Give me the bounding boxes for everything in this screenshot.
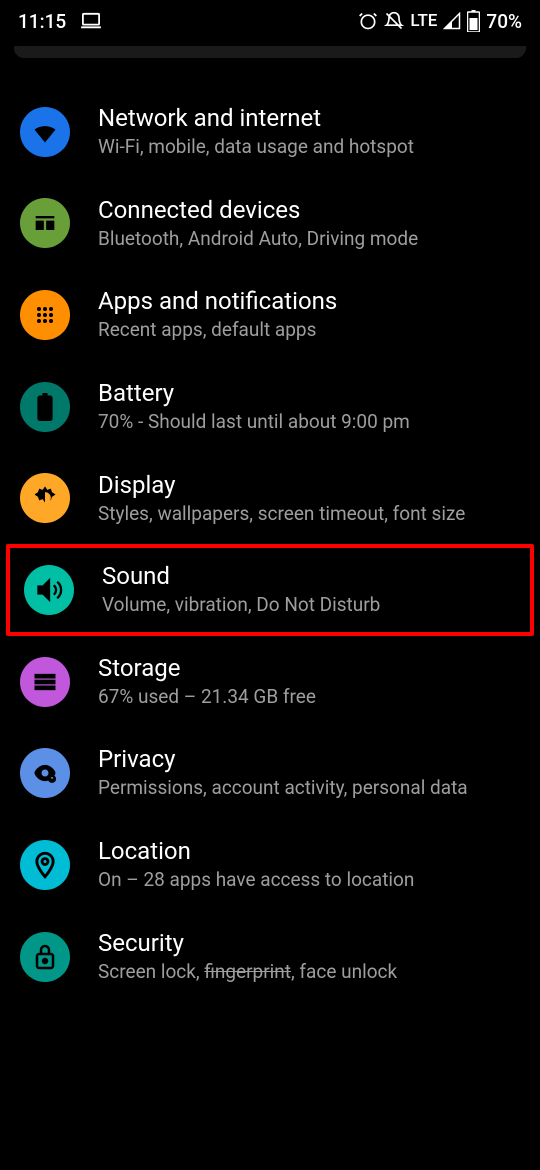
- notifications-off-icon: [384, 11, 404, 31]
- setting-subtitle: 70% - Should last until about 9:00 pm: [98, 409, 520, 435]
- setting-title: Battery: [98, 379, 520, 407]
- status-left: 11:15: [18, 10, 102, 33]
- status-time: 11:15: [18, 10, 66, 33]
- status-bar: 11:15 LTE 70%: [0, 0, 540, 38]
- battery-icon: [467, 10, 480, 32]
- settings-list: Network and internet Wi-Fi, mobile, data…: [0, 62, 540, 1002]
- setting-display[interactable]: Display Styles, wallpapers, screen timeo…: [0, 453, 540, 545]
- status-right: LTE 70%: [358, 10, 522, 33]
- setting-title: Privacy: [98, 745, 520, 773]
- setting-title: Connected devices: [98, 196, 520, 224]
- wifi-icon: [20, 107, 70, 157]
- signal-icon: [443, 12, 461, 30]
- setting-subtitle: Wi-Fi, mobile, data usage and hotspot: [98, 134, 520, 160]
- setting-security[interactable]: Security Screen lock, fingerprint, face …: [0, 911, 540, 1003]
- setting-apps-notifications[interactable]: Apps and notifications Recent apps, defa…: [0, 269, 540, 361]
- setting-title: Display: [98, 471, 520, 499]
- setting-connected-devices[interactable]: Connected devices Bluetooth, Android Aut…: [0, 178, 540, 270]
- setting-title: Security: [98, 929, 520, 957]
- lock-icon: [20, 932, 70, 982]
- network-label: LTE: [410, 11, 437, 31]
- setting-subtitle: Volume, vibration, Do Not Disturb: [102, 592, 516, 618]
- setting-subtitle: On – 28 apps have access to location: [98, 867, 520, 893]
- alarm-icon: [358, 11, 378, 31]
- setting-subtitle: Recent apps, default apps: [98, 317, 520, 343]
- setting-subtitle: Styles, wallpapers, screen timeout, font…: [98, 501, 520, 527]
- setting-battery[interactable]: Battery 70% - Should last until about 9:…: [0, 361, 540, 453]
- setting-title: Network and internet: [98, 104, 520, 132]
- apps-icon: [20, 290, 70, 340]
- setting-subtitle: Permissions, account activity, personal …: [98, 775, 520, 801]
- battery-icon: [20, 382, 70, 432]
- setting-network-internet[interactable]: Network and internet Wi-Fi, mobile, data…: [0, 86, 540, 178]
- setting-subtitle: Bluetooth, Android Auto, Driving mode: [98, 226, 520, 252]
- setting-title: Location: [98, 837, 520, 865]
- setting-storage[interactable]: Storage 67% used – 21.34 GB free: [0, 636, 540, 728]
- location-icon: [20, 840, 70, 890]
- devices-icon: [20, 198, 70, 248]
- setting-privacy[interactable]: Privacy Permissions, account activity, p…: [0, 727, 540, 819]
- laptop-icon: [80, 12, 102, 30]
- volume-icon: [24, 565, 74, 615]
- setting-title: Sound: [102, 562, 516, 590]
- setting-subtitle: 67% used – 21.34 GB free: [98, 684, 520, 710]
- brightness-icon: [20, 473, 70, 523]
- setting-sound[interactable]: Sound Volume, vibration, Do Not Disturb: [6, 544, 534, 636]
- setting-title: Apps and notifications: [98, 287, 520, 315]
- storage-icon: [20, 657, 70, 707]
- battery-percent: 70%: [486, 10, 522, 33]
- privacy-icon: [20, 748, 70, 798]
- setting-subtitle: Screen lock, fingerprint, face unlock: [98, 959, 520, 985]
- search-bar-stub[interactable]: [14, 46, 526, 58]
- setting-title: Storage: [98, 654, 520, 682]
- setting-location[interactable]: Location On – 28 apps have access to loc…: [0, 819, 540, 911]
